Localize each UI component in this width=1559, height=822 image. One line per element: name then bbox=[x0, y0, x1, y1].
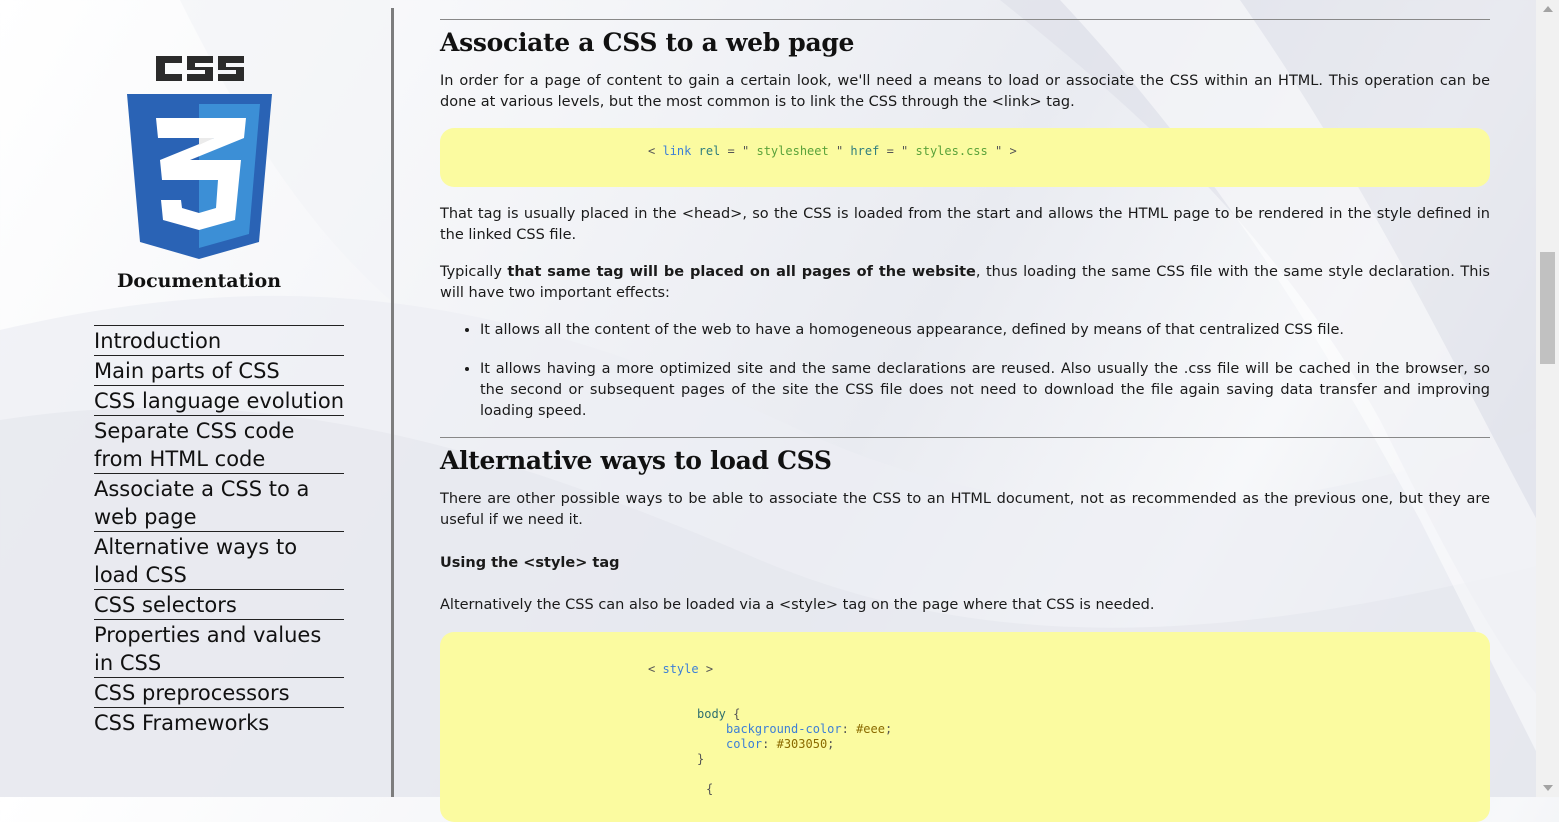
code-block-link: < link rel = " stylesheet " href = " sty… bbox=[440, 128, 1490, 187]
section-heading-associate: Associate a CSS to a web page bbox=[440, 28, 855, 57]
code-punct: < bbox=[648, 662, 656, 676]
section-divider bbox=[440, 19, 1490, 20]
code-tag: style bbox=[662, 662, 699, 676]
sidebar-divider bbox=[391, 8, 394, 797]
nav-item-preprocessors[interactable]: CSS preprocessors bbox=[94, 677, 344, 707]
code-punct: = bbox=[886, 144, 894, 158]
sidebar-nav: Introduction Main parts of CSS CSS langu… bbox=[94, 325, 344, 737]
code-punct: " bbox=[742, 144, 750, 158]
code-punct: { bbox=[706, 782, 714, 796]
section-divider bbox=[440, 437, 1490, 438]
section1-paragraph-3: Typically that same tag will be placed o… bbox=[440, 262, 1490, 304]
code-string: styles.css bbox=[915, 144, 988, 158]
section1-paragraph-2: That tag is usually placed in the <head>… bbox=[440, 206, 1490, 243]
code-punct: > bbox=[705, 662, 714, 676]
code-tag: link bbox=[662, 144, 692, 158]
code-property: color bbox=[726, 737, 763, 751]
code-punct: " bbox=[835, 144, 844, 158]
nav-item-selectors[interactable]: CSS selectors bbox=[94, 589, 344, 619]
bold-text: that same tag will be placed on all page… bbox=[507, 264, 976, 280]
code-line: color: #303050; bbox=[726, 737, 834, 751]
code-punct: : bbox=[841, 722, 849, 736]
section1-intro: In order for a page of content to gain a… bbox=[440, 73, 1490, 110]
code-block-style: < style > body { background-color: #eee;… bbox=[440, 632, 1490, 822]
code-punct: { bbox=[733, 707, 741, 721]
nav-item-frameworks[interactable]: CSS Frameworks bbox=[94, 707, 344, 737]
code-line: { bbox=[706, 782, 713, 796]
code-punct: " bbox=[994, 144, 1003, 158]
list-item: It allows having a more optimized site a… bbox=[480, 359, 1490, 422]
code-selector: body bbox=[697, 707, 726, 721]
nav-item-introduction[interactable]: Introduction bbox=[94, 325, 344, 355]
scroll-up-arrow-icon[interactable] bbox=[1543, 6, 1553, 12]
section2-intro: There are other possible ways to be able… bbox=[440, 491, 1490, 528]
nav-item-separate-css[interactable]: Separate CSS code from HTML code bbox=[94, 415, 344, 473]
code-value: #303050 bbox=[776, 737, 828, 751]
scrollbar-thumb[interactable] bbox=[1540, 252, 1555, 364]
nav-item-associate-css[interactable]: Associate a CSS to a web page bbox=[94, 473, 344, 531]
code-punct: : bbox=[762, 737, 770, 751]
documentation-title: Documentation bbox=[116, 270, 282, 292]
code-punct: > bbox=[1009, 144, 1017, 158]
code-line: background-color: #eee; bbox=[726, 722, 892, 736]
text-span: Typically bbox=[440, 264, 508, 280]
nav-item-main-parts[interactable]: Main parts of CSS bbox=[94, 355, 344, 385]
nav-item-alternative-ways[interactable]: Alternative ways to load CSS bbox=[94, 531, 344, 589]
code-punct: " bbox=[901, 144, 909, 158]
code-punct: } bbox=[697, 752, 705, 766]
nav-item-evolution[interactable]: CSS language evolution bbox=[94, 385, 344, 415]
code-line: } bbox=[697, 752, 704, 766]
nav-item-properties[interactable]: Properties and values in CSS bbox=[94, 619, 344, 677]
section-heading-alternative: Alternative ways to load CSS bbox=[440, 446, 832, 475]
code-punct: = bbox=[727, 144, 735, 158]
vertical-scrollbar[interactable] bbox=[1536, 0, 1559, 797]
code-attr: href bbox=[850, 144, 880, 158]
code-line: body { bbox=[697, 707, 740, 721]
css3-logo bbox=[127, 56, 272, 259]
code-property: background-color bbox=[726, 722, 842, 736]
code-string: stylesheet bbox=[756, 144, 829, 158]
effects-list: It allows all the content of the web to … bbox=[440, 320, 1490, 422]
sidebar: Documentation Introduction Main parts of… bbox=[0, 0, 392, 797]
code-punct: < bbox=[648, 144, 656, 158]
section2-paragraph-2: Alternatively the CSS can also be loaded… bbox=[440, 597, 1155, 613]
list-item: It allows all the content of the web to … bbox=[480, 320, 1490, 341]
code-value: #eee bbox=[856, 722, 885, 736]
code-punct: ; bbox=[884, 722, 893, 736]
code-line: < style > bbox=[648, 662, 713, 676]
scroll-down-arrow-icon[interactable] bbox=[1543, 785, 1553, 791]
subheading-style-tag: Using the <style> tag bbox=[440, 555, 620, 571]
code-line: < link rel = " stylesheet " href = " sty… bbox=[648, 144, 1017, 158]
code-attr: rel bbox=[698, 144, 721, 158]
main-content: Associate a CSS to a web page In order f… bbox=[440, 0, 1490, 822]
code-punct: ; bbox=[827, 737, 835, 751]
